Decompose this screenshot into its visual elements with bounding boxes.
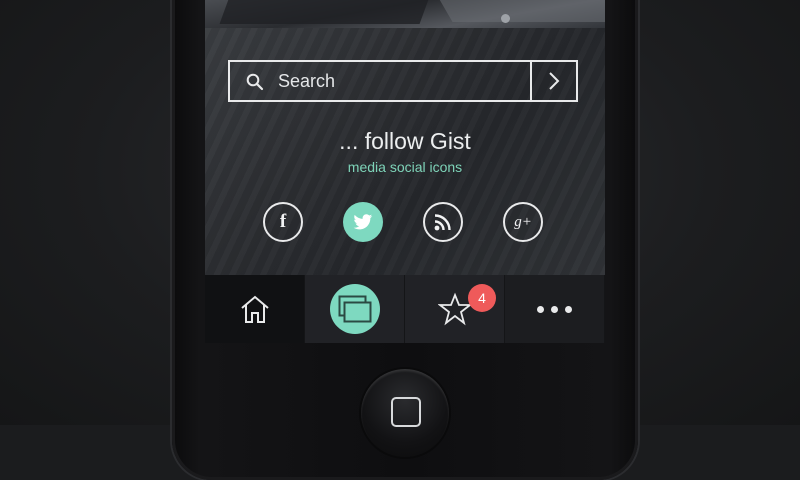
windows-button-circle: [329, 284, 380, 334]
facebook-icon: f: [279, 211, 287, 232]
nav-item-windows[interactable]: [305, 275, 405, 343]
rss-icon: [434, 214, 451, 231]
device-home-button[interactable]: [361, 369, 449, 457]
windows-icon: [338, 295, 371, 323]
nav-item-more[interactable]: [505, 275, 605, 343]
phone-screen: ... follow Gist media social icons f g+: [205, 0, 605, 343]
search-submit-button[interactable]: [530, 62, 576, 100]
photo-knob: [501, 14, 510, 23]
search-box: [228, 60, 578, 102]
twitter-icon: [353, 213, 373, 229]
google-plus-icon: g+: [514, 213, 532, 230]
twitter-button[interactable]: [343, 202, 383, 242]
follow-title: ... follow Gist: [339, 128, 471, 154]
nav-item-home[interactable]: [205, 275, 305, 343]
home-icon: [240, 295, 269, 323]
follow-subtitle: media social icons: [347, 159, 463, 175]
google-plus-button[interactable]: g+: [503, 202, 543, 242]
photo-shape: [437, 0, 605, 22]
search-icon: [246, 73, 264, 91]
rss-button[interactable]: [423, 202, 463, 242]
facebook-button[interactable]: f: [263, 202, 303, 242]
home-square-icon: [391, 397, 421, 427]
more-icon: [537, 305, 572, 313]
follow-panel: ... follow Gist media social icons f g+: [205, 28, 605, 275]
bottom-nav: 4: [205, 275, 605, 343]
nav-item-favorites[interactable]: 4: [405, 275, 505, 343]
search-input[interactable]: [278, 62, 528, 100]
chevron-right-icon: [549, 72, 560, 90]
header-photo: [205, 0, 605, 28]
photo-shape: [219, 0, 431, 24]
star-icon: [437, 292, 472, 326]
notification-badge: 4: [468, 284, 496, 312]
